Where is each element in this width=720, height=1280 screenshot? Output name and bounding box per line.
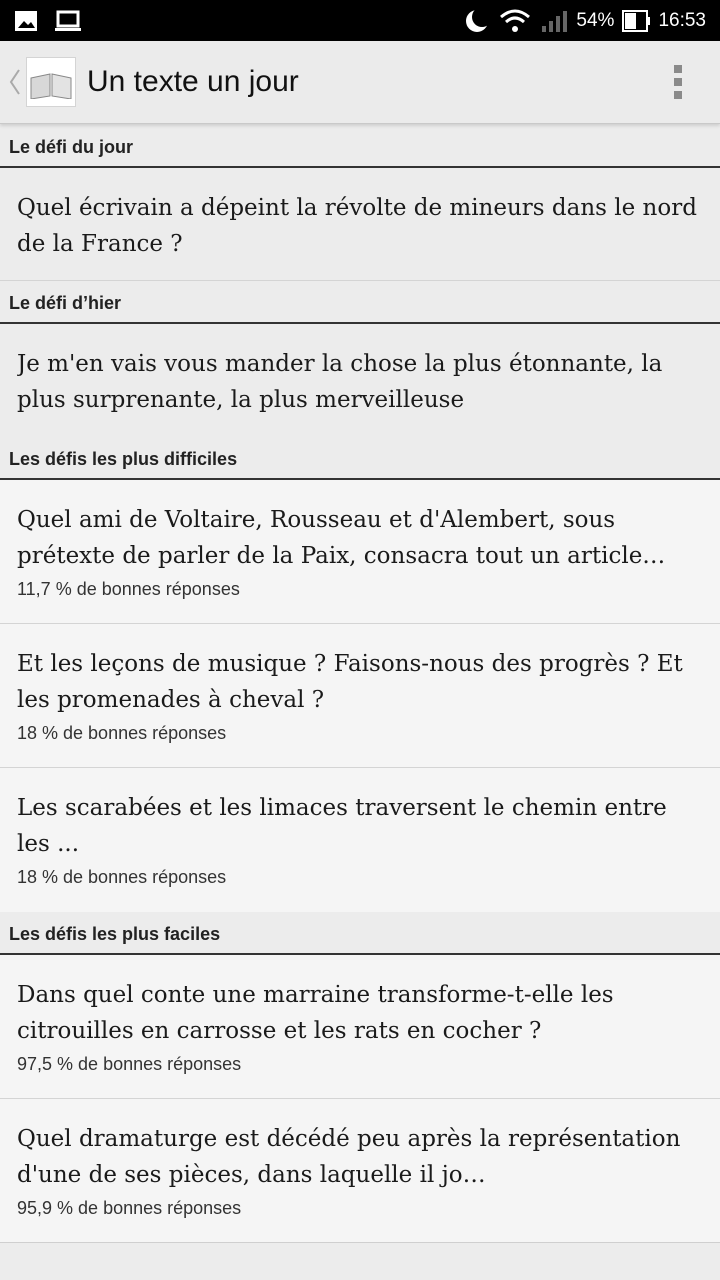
section-yesterday-header: Le défi d’hier — [0, 281, 720, 324]
success-rate: 18 % de bonnes réponses — [17, 723, 227, 743]
today-challenge[interactable]: Quel écrivain a dépeint la révolte de mi… — [0, 168, 720, 281]
question-text: Quel dramaturge est décédé peu après la … — [17, 1126, 681, 1188]
app-bar: Un texte un jour — [0, 41, 720, 124]
hard-challenge-item[interactable]: Et les leçons de musique ? Faisons-nous … — [0, 624, 720, 768]
question-text: Dans quel conte une marraine transforme-… — [17, 982, 614, 1044]
image-icon — [14, 10, 38, 32]
challenge-list: Le défi du jour Quel écrivain a dépeint … — [0, 125, 720, 1243]
section-today-header: Le défi du jour — [0, 125, 720, 168]
question-text: Et les leçons de musique ? Faisons-nous … — [17, 651, 683, 713]
yesterday-challenge[interactable]: Je m'en vais vous mander la chose la plu… — [0, 324, 720, 437]
battery-icon — [622, 9, 651, 33]
back-chevron-icon[interactable] — [4, 68, 26, 96]
easy-challenge-item[interactable]: Quel dramaturge est décédé peu après la … — [0, 1099, 720, 1243]
section-easiest-header: Les défis les plus faciles — [0, 912, 720, 955]
signal-icon — [540, 8, 568, 34]
success-rate: 11,7 % de bonnes réponses — [17, 579, 240, 599]
status-bar: 54% 16:53 — [0, 0, 720, 41]
overflow-menu-icon[interactable] — [648, 52, 708, 112]
book-logo-icon[interactable] — [26, 57, 76, 107]
question-text: Quel écrivain a dépeint la révolte de mi… — [17, 195, 697, 257]
app-title: Un texte un jour — [87, 65, 299, 98]
laptop-icon — [54, 10, 82, 32]
hard-challenge-item[interactable]: Les scarabées et les limaces traversent … — [0, 768, 720, 912]
battery-percent: 54% — [576, 9, 615, 31]
success-rate: 97,5 % de bonnes réponses — [17, 1054, 242, 1074]
clock-time: 16:53 — [658, 9, 706, 31]
wifi-icon — [498, 8, 532, 34]
question-text: Je m'en vais vous mander la chose la plu… — [17, 351, 663, 413]
moon-icon — [464, 7, 491, 34]
easy-challenge-item[interactable]: Dans quel conte une marraine transforme-… — [0, 955, 720, 1099]
hard-challenge-item[interactable]: Quel ami de Voltaire, Rousseau et d'Alem… — [0, 480, 720, 624]
success-rate: 95,9 % de bonnes réponses — [17, 1198, 242, 1218]
success-rate: 18 % de bonnes réponses — [17, 867, 227, 887]
section-hardest-header: Les défis les plus difficiles — [0, 437, 720, 480]
question-text: Les scarabées et les limaces traversent … — [17, 795, 667, 857]
question-text: Quel ami de Voltaire, Rousseau et d'Alem… — [17, 507, 666, 569]
